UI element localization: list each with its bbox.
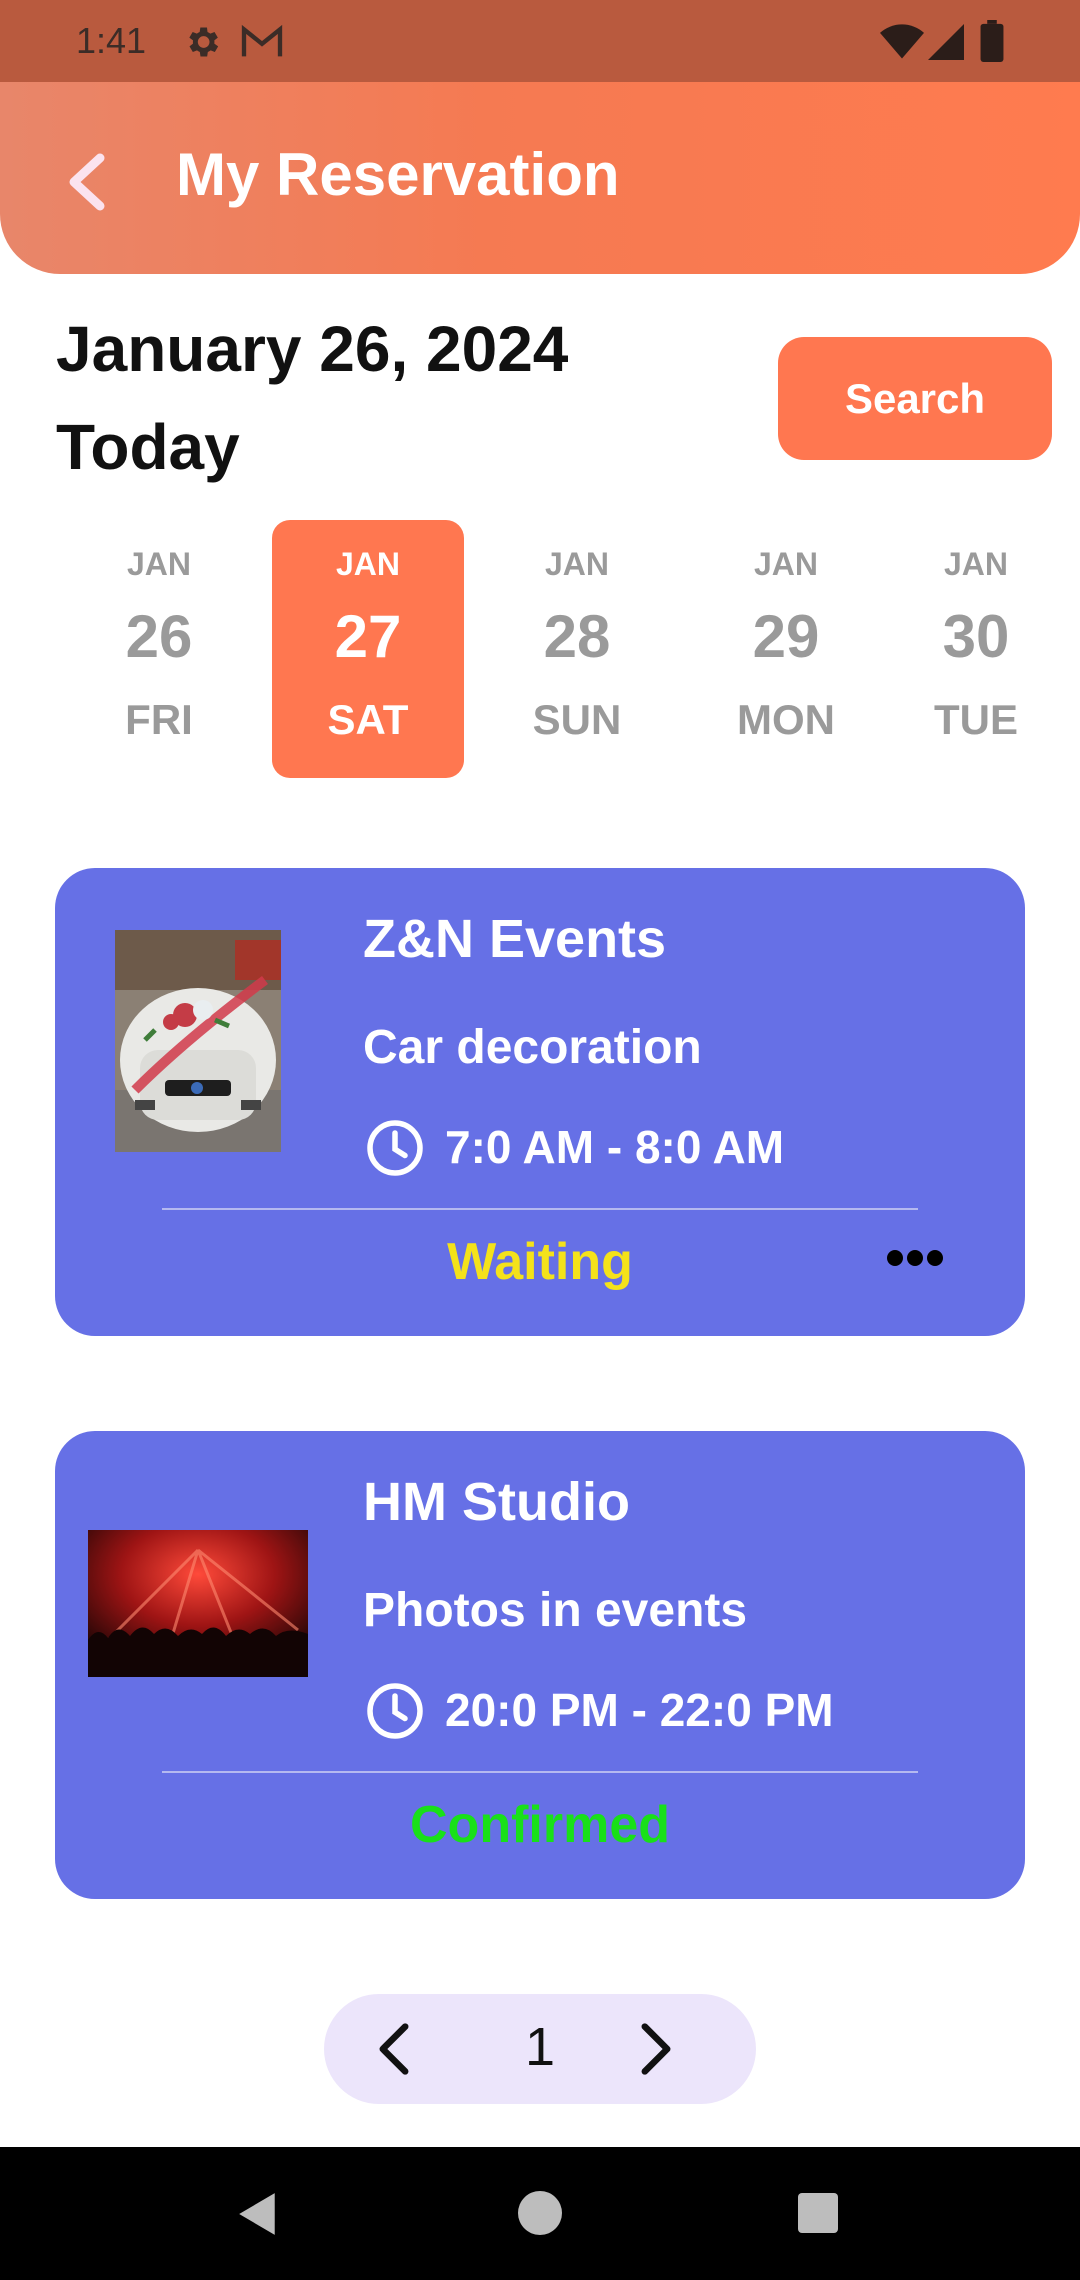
nav-recents-icon[interactable] [798,2193,838,2233]
current-date: January 26, 2024 [56,313,569,385]
day-number: 26 [125,603,193,670]
day-month: JAN [544,546,609,582]
current-page-number: 1 [524,2017,556,2077]
battery-icon [980,20,1004,62]
day-month: JAN [943,546,1008,582]
page-title: My Reservation [176,141,620,208]
provider-name: Z&N Events [363,909,667,969]
service-name: Car decoration [363,1021,702,1074]
status-time: 1:41 [76,20,147,61]
back-arrow-icon[interactable] [64,152,108,212]
car-decoration-image [115,930,281,1152]
day-item-30[interactable]: JAN 30 TUE [880,520,1072,778]
concert-image [88,1530,308,1677]
nav-home-icon[interactable] [518,2191,562,2235]
day-item-29[interactable]: JAN 29 MON [690,520,882,778]
day-weekday: SUN [532,696,622,743]
day-number: 27 [334,603,402,670]
more-options-icon[interactable] [885,1238,945,1278]
today-label: Today [56,411,240,483]
day-weekday: MON [737,696,835,743]
day-item-28[interactable]: JAN 28 SUN [481,520,673,778]
gmail-icon [241,24,283,57]
day-number: 28 [543,603,611,670]
day-month: JAN [126,546,191,582]
reservation-time: 7:0 AM - 8:0 AM [445,1121,785,1173]
reservation-card[interactable]: Z&N Events Car decoration 7:0 AM - 8:0 A… [55,868,1025,1336]
app-header: My Reservation [0,82,1080,274]
status-confirmed: Confirmed [410,1796,670,1854]
day-item-27-selected[interactable]: JAN 27 SAT [272,520,464,778]
day-month: JAN [335,546,400,582]
nav-back-icon[interactable] [236,2191,280,2237]
settings-icon [189,27,219,57]
reservation-time: 20:0 PM - 22:0 PM [445,1684,834,1736]
system-nav-bar [0,2147,1080,2280]
reservation-card[interactable]: HM Studio Photos in events 20:0 PM - 22:… [55,1431,1025,1899]
search-button[interactable]: Search [778,337,1052,460]
card-divider [162,1208,918,1210]
day-item-26[interactable]: JAN 26 FRI [63,520,255,778]
wifi-icon [880,24,924,59]
clock-icon [367,1120,423,1176]
card-divider [162,1771,918,1773]
status-bar: 1:41 [0,0,1080,82]
provider-name: HM Studio [363,1472,630,1532]
day-weekday: TUE [934,696,1018,743]
day-number: 29 [752,603,820,670]
day-month: JAN [753,546,818,582]
signal-icon [928,24,964,60]
clock-icon [367,1683,423,1739]
day-weekday: FRI [125,696,193,743]
day-weekday: SAT [327,696,409,743]
service-name: Photos in events [363,1584,748,1637]
pagination: 1 [324,1994,756,2104]
day-number: 30 [942,603,1010,670]
status-waiting: Waiting [447,1233,633,1291]
next-page-icon[interactable] [636,2021,676,2077]
